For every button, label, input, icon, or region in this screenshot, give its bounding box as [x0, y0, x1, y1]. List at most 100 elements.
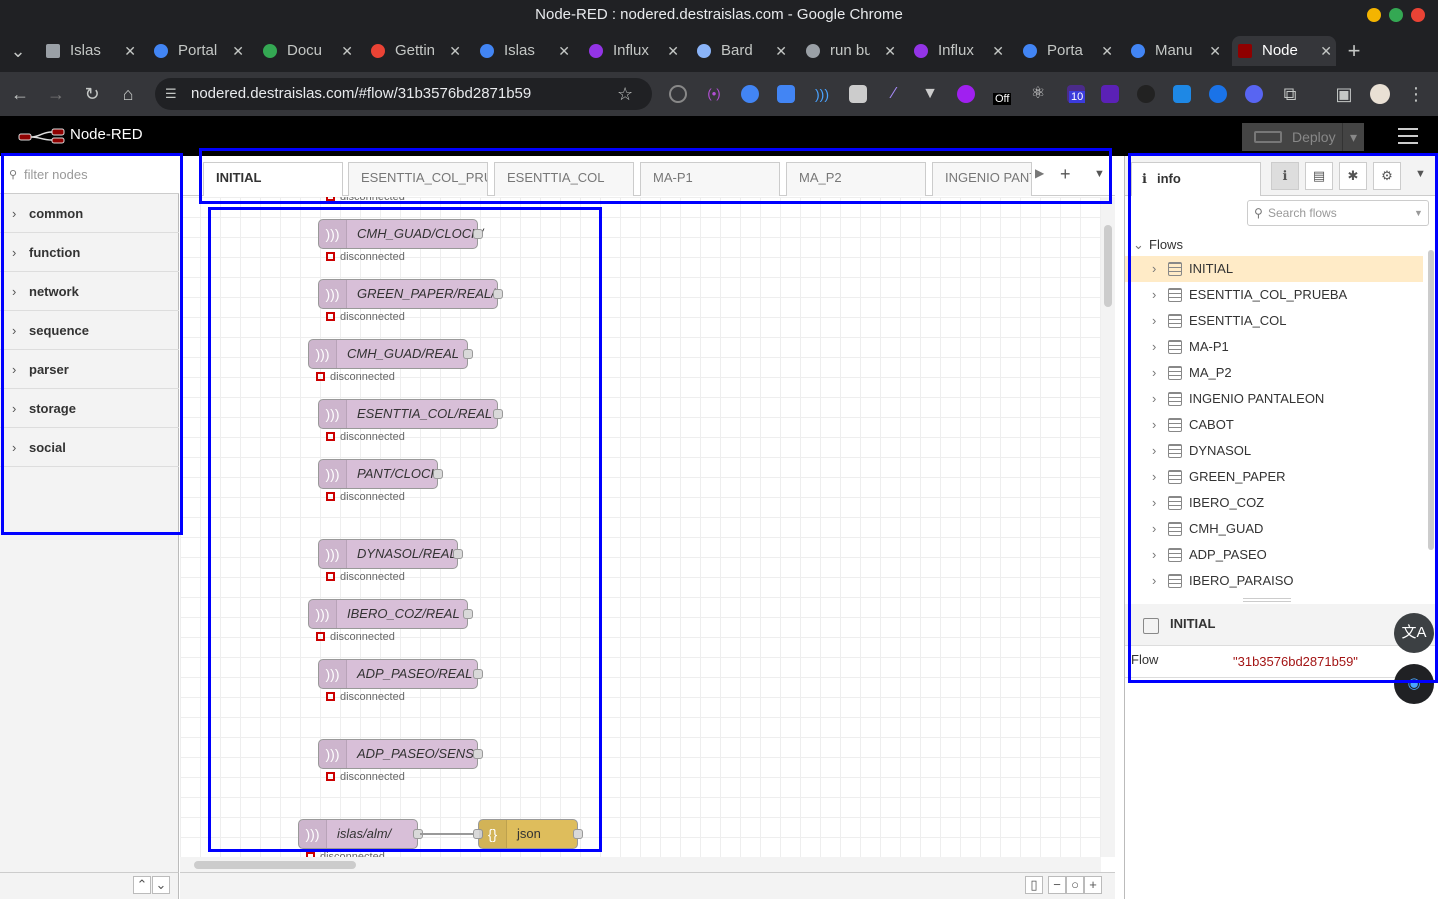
tab-close-icon[interactable]: ✕: [992, 36, 1004, 66]
output-port[interactable]: [493, 289, 503, 299]
flow-item[interactable]: › MA-P1: [1125, 334, 1423, 360]
tab-close-icon[interactable]: ✕: [341, 36, 353, 66]
flow-item[interactable]: › IBERO_COZ: [1125, 490, 1423, 516]
mqtt-in-node[interactable]: ))) DYNASOL/REAL: [318, 539, 463, 569]
flow-tree-scrollbar[interactable]: [1425, 236, 1437, 592]
tab-close-icon[interactable]: ✕: [124, 36, 136, 66]
output-port[interactable]: [433, 469, 443, 479]
tab-initial[interactable]: INITIAL: [203, 162, 343, 196]
palette-category-sequence[interactable]: › sequence: [0, 311, 179, 350]
output-port[interactable]: [473, 669, 483, 679]
tab-close-icon[interactable]: ✕: [1209, 36, 1221, 66]
extension-count-icon[interactable]: 10: [1067, 85, 1086, 103]
extensions-puzzle-icon[interactable]: ⧉: [1278, 82, 1302, 106]
mqtt-in-node[interactable]: ))) GREEN_PAPER/REAL/: [318, 279, 503, 309]
output-port[interactable]: [463, 609, 473, 619]
flow-item[interactable]: › ESENTTIA_COL: [1125, 308, 1423, 334]
chevron-down-icon[interactable]: ▼: [1414, 201, 1423, 225]
flow-item[interactable]: › DYNASOL: [1125, 438, 1423, 464]
palette-filter[interactable]: ⚲ filter nodes: [0, 156, 179, 194]
tab-close-icon[interactable]: ✕: [884, 36, 896, 66]
info-tab-button[interactable]: ℹ: [1271, 162, 1299, 190]
expand-all-icon[interactable]: ⌄: [152, 876, 170, 894]
browser-tab[interactable]: Influx ✕: [908, 36, 1008, 66]
flows-header[interactable]: ⌄ Flows: [1125, 232, 1423, 258]
mqtt-in-node[interactable]: ))) PANT/CLOCK: [318, 459, 443, 489]
close-window-button[interactable]: [1411, 8, 1425, 22]
extension-icon[interactable]: [669, 85, 687, 103]
flow-item[interactable]: › MA_P2: [1125, 360, 1423, 386]
assistant-floating-button[interactable]: ◉: [1394, 664, 1434, 704]
translate-extension-icon[interactable]: [777, 85, 795, 103]
tab-esenttia-col-prueba[interactable]: ESENTTIA_COL_PRUEBA: [348, 162, 488, 196]
flow-search-input[interactable]: ⚲ Search flows ▼: [1247, 200, 1429, 226]
palette-category-storage[interactable]: › storage: [0, 389, 179, 428]
extension-icon[interactable]: [957, 85, 975, 103]
reload-icon[interactable]: ↻: [80, 82, 104, 106]
tab-close-icon[interactable]: ✕: [1101, 36, 1113, 66]
react-extension-icon[interactable]: ⚛: [1029, 85, 1047, 103]
flow-item[interactable]: › CABOT: [1125, 412, 1423, 438]
tab-ma-p1[interactable]: MA-P1: [640, 162, 780, 196]
output-port[interactable]: [463, 349, 473, 359]
collapse-all-icon[interactable]: ⌃: [133, 876, 151, 894]
back-icon[interactable]: ←: [8, 82, 32, 106]
mqtt-in-node[interactable]: ))) islas/alm/: [298, 819, 423, 849]
output-port[interactable]: [473, 749, 483, 759]
sidebar-dropdown-icon[interactable]: ▼: [1415, 168, 1426, 180]
extension-off-icon[interactable]: Off: [991, 85, 1015, 105]
minimize-button[interactable]: [1367, 8, 1381, 22]
debug-bug-icon[interactable]: ✱: [1339, 162, 1367, 190]
extension-icon[interactable]: [1101, 85, 1119, 103]
tab-scroll-right-icon[interactable]: ▶: [1035, 166, 1044, 180]
palette-category-parser[interactable]: › parser: [0, 350, 179, 389]
translate-floating-button[interactable]: 文A: [1394, 613, 1434, 653]
flow-item[interactable]: › INGENIO PANTALEON: [1125, 386, 1423, 412]
browser-tab[interactable]: Influx ✕: [583, 36, 683, 66]
browser-tab[interactable]: Islas ✕: [40, 36, 140, 66]
palette-category-social[interactable]: › social: [0, 428, 179, 467]
tab-ingenio-pantaleon[interactable]: INGENIO PANTALEON: [932, 162, 1032, 196]
address-bar[interactable]: ☰ nodered.destraislas.com/#flow/31b3576b…: [155, 78, 652, 110]
extension-icon[interactable]: [1209, 85, 1227, 103]
forward-icon[interactable]: →: [44, 82, 68, 106]
extension-icon[interactable]: (•): [705, 85, 723, 103]
browser-tab[interactable]: run bu ✕: [800, 36, 900, 66]
mqtt-in-node[interactable]: ))) ADP_PASEO/REAL: [318, 659, 483, 689]
browser-tab[interactable]: Portal ✕: [148, 36, 248, 66]
profile-avatar[interactable]: [1370, 84, 1390, 104]
browser-tab[interactable]: Bard ✕: [691, 36, 791, 66]
side-panel-icon[interactable]: ▣: [1332, 82, 1356, 106]
scroll-thumb[interactable]: [194, 861, 356, 869]
browser-tab[interactable]: Manu ✕: [1125, 36, 1225, 66]
output-port[interactable]: [573, 829, 583, 839]
tab-search-icon[interactable]: ⌄: [6, 39, 30, 63]
flow-item[interactable]: › GREEN_PAPER: [1125, 464, 1423, 490]
browser-menu-icon[interactable]: ⋮: [1404, 82, 1428, 106]
browser-tab[interactable]: Porta ✕: [1017, 36, 1117, 66]
tab-close-icon[interactable]: ✕: [775, 36, 787, 66]
browser-tab[interactable]: Islas ✕: [474, 36, 574, 66]
mqtt-in-node[interactable]: ))) IBERO_COZ/REAL: [308, 599, 473, 629]
scroll-thumb[interactable]: [1428, 250, 1434, 550]
tab-close-icon[interactable]: ✕: [232, 36, 244, 66]
extension-icon[interactable]: [1137, 85, 1155, 103]
canvas-horizontal-scrollbar[interactable]: [180, 857, 1101, 872]
zoom-in-button[interactable]: +: [1084, 876, 1102, 894]
extension-icon[interactable]: [1173, 85, 1191, 103]
deploy-button[interactable]: Deploy ▾: [1242, 123, 1364, 151]
home-icon[interactable]: ⌂: [116, 82, 140, 106]
extension-icon[interactable]: [849, 85, 867, 103]
tab-close-icon[interactable]: ✕: [558, 36, 570, 66]
extension-icon[interactable]: [1245, 85, 1263, 103]
browser-tab[interactable]: Gettin ✕: [365, 36, 465, 66]
tab-close-icon[interactable]: ✕: [1320, 36, 1332, 66]
flow-item[interactable]: › CMH_GUAD: [1125, 516, 1423, 542]
mqtt-in-node[interactable]: ))) ESENTTIA_COL/REAL: [318, 399, 503, 429]
browser-tab[interactable]: Docu ✕: [257, 36, 357, 66]
tab-info[interactable]: ℹ info: [1131, 162, 1261, 196]
browser-tab-active[interactable]: Node ✕: [1232, 36, 1336, 66]
deploy-dropdown-icon[interactable]: ▾: [1342, 123, 1364, 151]
output-port[interactable]: [473, 229, 483, 239]
sidebar-resize-handle[interactable]: [1243, 598, 1291, 602]
